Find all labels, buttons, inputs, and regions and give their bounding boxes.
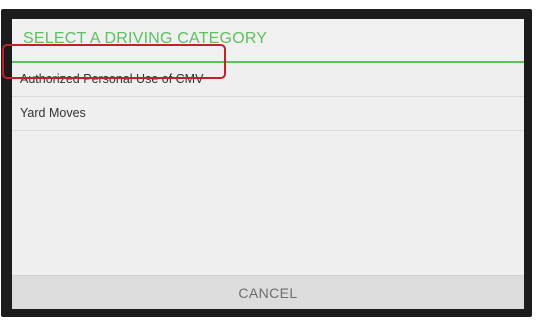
option-label: Authorized Personal Use of CMV — [20, 72, 204, 86]
option-yard-moves[interactable]: Yard Moves — [12, 97, 524, 131]
option-list: Authorized Personal Use of CMV Yard Move… — [12, 63, 524, 273]
driving-category-dialog: SELECT A DRIVING CATEGORY Authorized Per… — [12, 19, 524, 309]
screen: SELECT A DRIVING CATEGORY Authorized Per… — [0, 0, 536, 322]
cancel-button[interactable]: CANCEL — [12, 276, 524, 309]
dialog-footer: CANCEL — [12, 275, 524, 309]
option-authorized-personal-use[interactable]: Authorized Personal Use of CMV — [12, 63, 524, 97]
dialog-header: SELECT A DRIVING CATEGORY — [12, 19, 524, 63]
dialog-title: SELECT A DRIVING CATEGORY — [23, 30, 268, 47]
option-label: Yard Moves — [20, 106, 86, 120]
